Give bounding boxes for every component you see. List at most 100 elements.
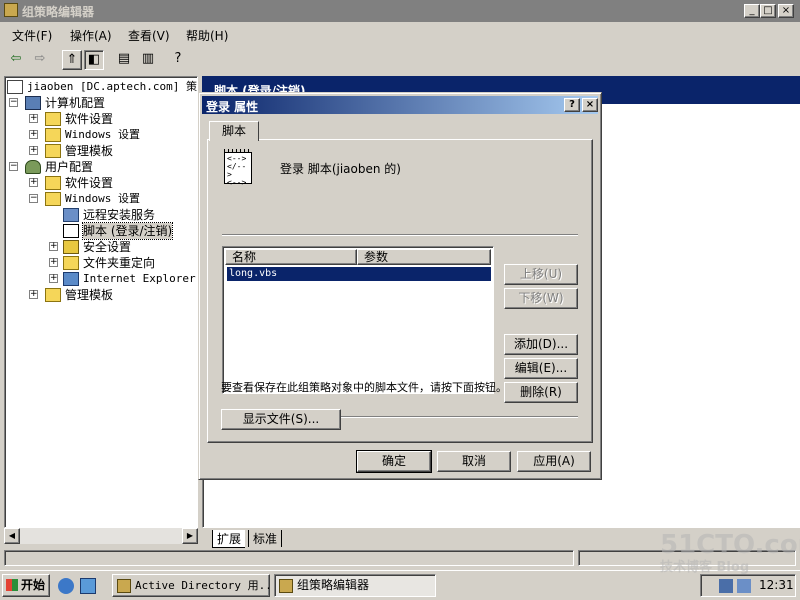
windows-logo-icon [6,579,18,591]
tree-label: 软件设置 [65,176,114,190]
task-active-directory[interactable]: Active Directory 用... [112,574,270,597]
show-files-button[interactable]: 显示文件(S)... [221,409,341,430]
internet-explorer-icon [63,272,79,286]
move-up-button[interactable]: 上移(U) [504,264,578,285]
watermark: 51CTO.com 技术博客 Blog [660,530,800,586]
ie-quicklaunch-icon[interactable] [58,578,74,594]
tree-label: Windows 设置 [65,128,140,141]
main-title-bar[interactable]: 组策略编辑器 _ □ × [0,0,800,22]
watermark-main: 51CTO.com [660,530,800,560]
scroll-right-icon[interactable]: ▶ [182,528,198,544]
list-item[interactable]: long.vbs [227,267,491,281]
show-desktop-icon[interactable] [80,578,96,594]
tree-label: Internet Explorer 维护 [83,272,197,285]
collapse-icon[interactable]: − [9,162,18,171]
script-icon [63,224,79,238]
expand-icon[interactable]: + [29,130,38,139]
scripts-tab-panel: <--> </--> <--> 登录 脚本(jiaoben 的) 名称 参数 lon… [207,139,593,443]
back-arrow-icon[interactable]: ⇦ [6,50,26,70]
expand-icon[interactable]: + [29,146,38,155]
dialog-close-button[interactable]: × [582,98,598,112]
tree-label: 管理模板 [65,144,114,158]
folder-icon [45,144,61,158]
tab-standard[interactable]: 标准 [248,530,283,547]
folder-icon [45,288,61,302]
folder-icon [45,176,61,190]
column-header-params[interactable]: 参数 [357,249,491,265]
collapse-icon[interactable]: − [9,98,18,107]
expand-icon[interactable]: + [29,114,38,123]
tree-panel[interactable]: jiaoben [DC.aptech.com] 策略 − 计算机配置 + 软件设… [4,76,198,528]
task-label: Active Directory 用... [135,579,270,592]
up-folder-icon[interactable]: ⇑ [62,50,82,70]
tree-label: Windows 设置 [65,192,140,205]
logon-properties-dialog: 登录 属性 ? × 脚本 <--> </--> <--> 登录 脚本(jiaoben… [198,92,602,480]
help-icon[interactable]: ? [168,50,188,70]
menu-help[interactable]: 帮助(H) [186,27,228,44]
script-file-icon: <--> </--> <--> [224,149,252,187]
watermark-sub: 技术博客 Blog [660,560,750,575]
dialog-title-bar[interactable]: 登录 属性 ? × [202,96,598,114]
user-icon [25,160,41,174]
close-button[interactable]: × [778,4,794,18]
folder-icon [63,256,79,270]
minimize-button[interactable]: _ [744,4,760,18]
remote-install-icon [63,208,79,222]
computer-icon [25,96,41,110]
active-directory-icon [117,579,131,593]
tab-scripts[interactable]: 脚本 [209,121,259,141]
expand-icon[interactable]: + [29,178,38,187]
tree-horizontal-scrollbar[interactable]: ◀ ▶ [4,528,198,544]
cancel-button[interactable]: 取消 [437,451,511,472]
edit-script-button[interactable]: 编辑(E)... [504,358,578,379]
scroll-left-icon[interactable]: ◀ [4,528,20,544]
status-pane-main [4,550,574,566]
script-heading: 登录 脚本(jiaoben 的) [280,162,401,176]
gpo-app-icon [4,3,18,17]
move-down-button[interactable]: 下移(W) [504,288,578,309]
maximize-button[interactable]: □ [760,4,776,18]
show-files-hint: 要查看保存在此组策略对象中的脚本文件，请按下面按钮。 [221,381,507,394]
menu-view[interactable]: 查看(V) [128,27,170,44]
tab-extended[interactable]: 扩展 [212,530,246,548]
start-label: 开始 [21,578,46,592]
policy-icon [7,80,23,94]
scripts-list[interactable]: 名称 参数 long.vbs [222,246,494,394]
dialog-title: 登录 属性 [206,100,259,114]
folder-icon [45,112,61,126]
expand-icon[interactable]: + [49,258,58,267]
add-script-button[interactable]: 添加(D)... [504,334,578,355]
tree-label: 用户配置 [45,160,94,174]
task-label: 组策略编辑器 [297,578,370,592]
menu-action[interactable]: 操作(A) [70,27,112,44]
expand-icon[interactable]: + [29,290,38,299]
tree-label: 文件夹重定向 [83,256,156,270]
divider [222,234,578,236]
collapse-icon[interactable]: − [29,194,38,203]
main-window-title: 组策略编辑器 [22,5,95,19]
show-tree-icon[interactable]: ◧ [84,50,104,70]
column-header-name[interactable]: 名称 [225,249,357,265]
dialog-help-button[interactable]: ? [564,98,580,112]
task-group-policy-editor[interactable]: 组策略编辑器 [274,574,436,597]
tree-label: 计算机配置 [45,96,106,110]
tree-label-selected: 脚本 (登录/注销) [81,222,174,240]
apply-button[interactable]: 应用(A) [517,451,591,472]
tree-label: 软件设置 [65,112,114,126]
tree-label: 远程安装服务 [83,208,156,222]
menu-file[interactable]: 文件(F) [12,27,52,44]
properties-icon[interactable]: ▤ [114,50,134,70]
security-icon [63,240,79,254]
expand-icon[interactable]: + [49,274,58,283]
export-list-icon[interactable]: ▥ [138,50,158,70]
folder-open-icon [45,192,61,206]
tree-label: 管理模板 [65,288,114,302]
ok-button[interactable]: 确定 [356,450,432,473]
tree-label: 安全设置 [83,240,132,254]
expand-icon[interactable]: + [49,242,58,251]
forward-arrow-icon[interactable]: ⇨ [30,50,50,70]
tree-label: jiaoben [DC.aptech.com] 策略 [27,80,198,93]
folder-icon [45,128,61,142]
toolbar: ⇦ ⇨ ⇑ ◧ ▤ ▥ ? [0,48,800,72]
start-button[interactable]: 开始 [2,574,50,597]
